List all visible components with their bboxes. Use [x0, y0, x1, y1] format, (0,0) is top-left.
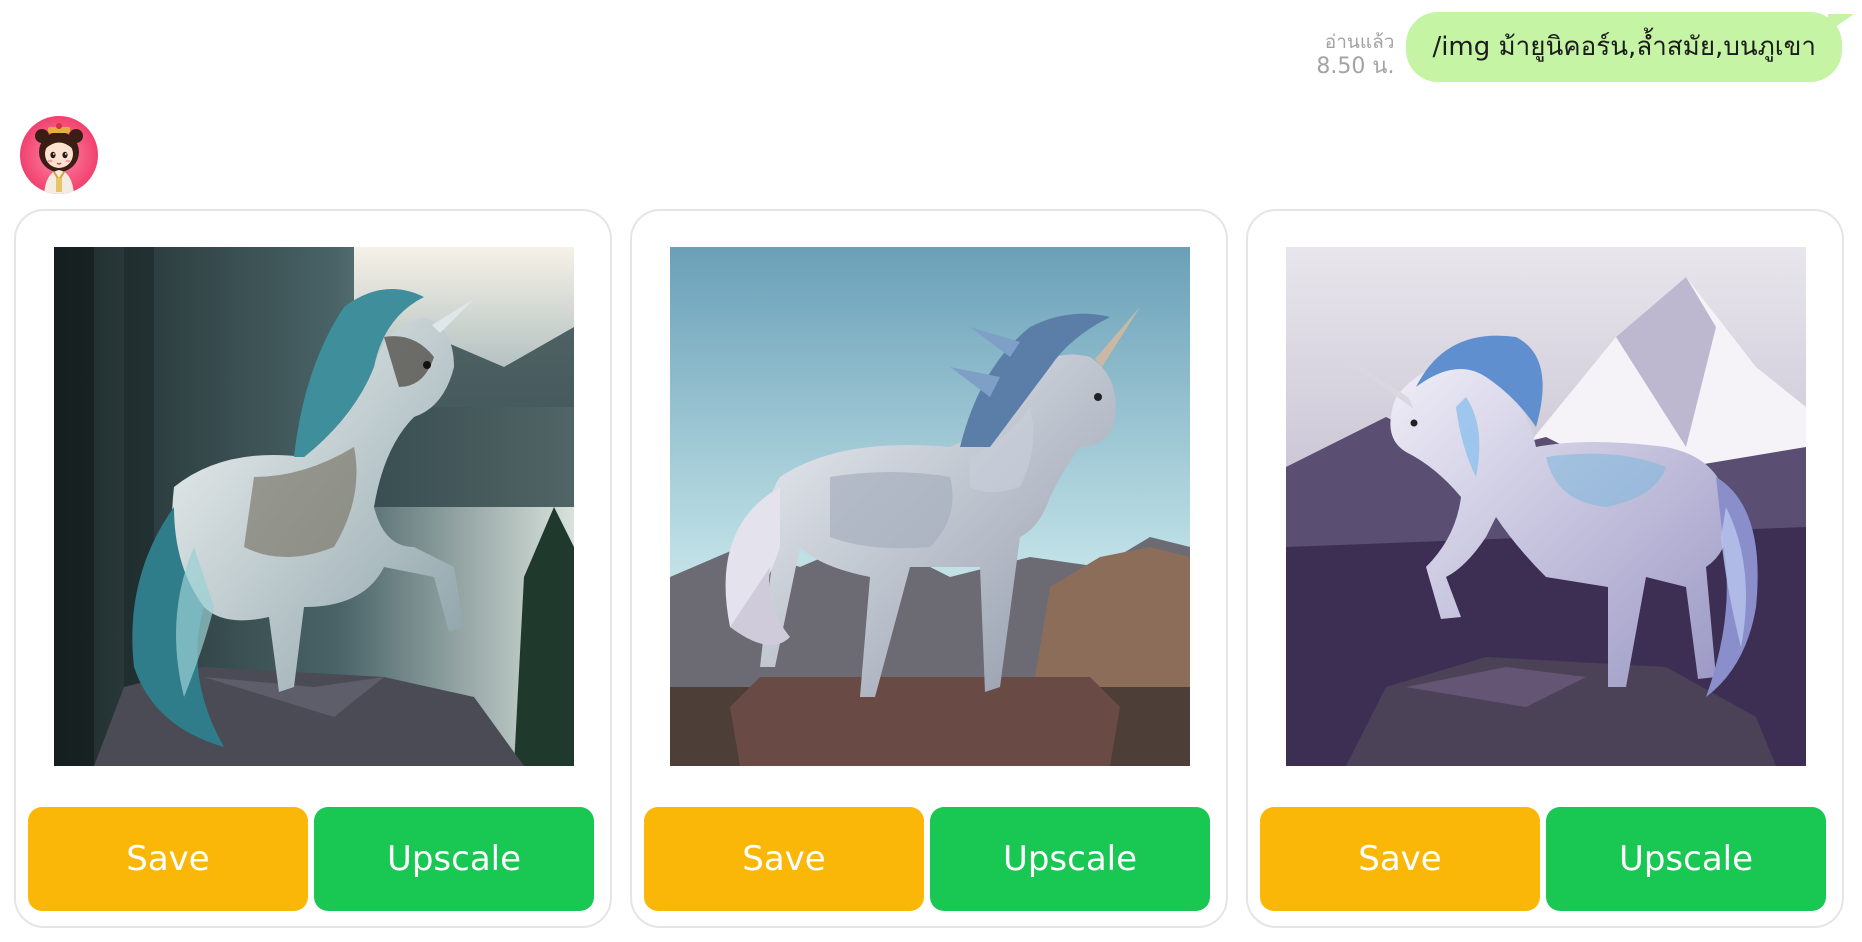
message-bubble[interactable]: /img ม้ายูนิคอร์น,ล้ำสมัย,บนภูเขา: [1406, 12, 1842, 82]
save-button[interactable]: Save: [644, 807, 924, 911]
chat-view: อ่านแล้ว 8.50 น. /img ม้ายูนิคอร์น,ล้ำสม…: [0, 0, 1862, 942]
image-results: Save Upscale Save Upscale Save Upscale: [14, 209, 1844, 928]
card-actions: Save Upscale: [28, 807, 594, 911]
read-status: อ่านแล้ว: [1324, 30, 1395, 53]
outgoing-message: อ่านแล้ว 8.50 น. /img ม้ายูนิคอร์น,ล้ำสม…: [1316, 12, 1854, 82]
unicorn-sky-image[interactable]: [670, 247, 1190, 766]
avatar-girl-icon[interactable]: [20, 116, 98, 194]
message-bubble-wrap: /img ม้ายูนิคอร์น,ล้ำสมัย,บนภูเขา: [1406, 12, 1854, 82]
image-card: Save Upscale: [630, 209, 1228, 928]
image-card: Save Upscale: [1246, 209, 1844, 928]
card-actions: Save Upscale: [644, 807, 1210, 911]
upscale-button[interactable]: Upscale: [1546, 807, 1826, 911]
save-button[interactable]: Save: [28, 807, 308, 911]
save-button[interactable]: Save: [1260, 807, 1540, 911]
unicorn-mountain-image[interactable]: [1286, 247, 1806, 766]
upscale-button[interactable]: Upscale: [930, 807, 1210, 911]
upscale-button[interactable]: Upscale: [314, 807, 594, 911]
card-actions: Save Upscale: [1260, 807, 1826, 911]
image-card: Save Upscale: [14, 209, 612, 928]
message-meta: อ่านแล้ว 8.50 น.: [1316, 31, 1394, 82]
unicorn-forest-image[interactable]: [54, 247, 574, 766]
message-time: 8.50 น.: [1316, 53, 1395, 79]
